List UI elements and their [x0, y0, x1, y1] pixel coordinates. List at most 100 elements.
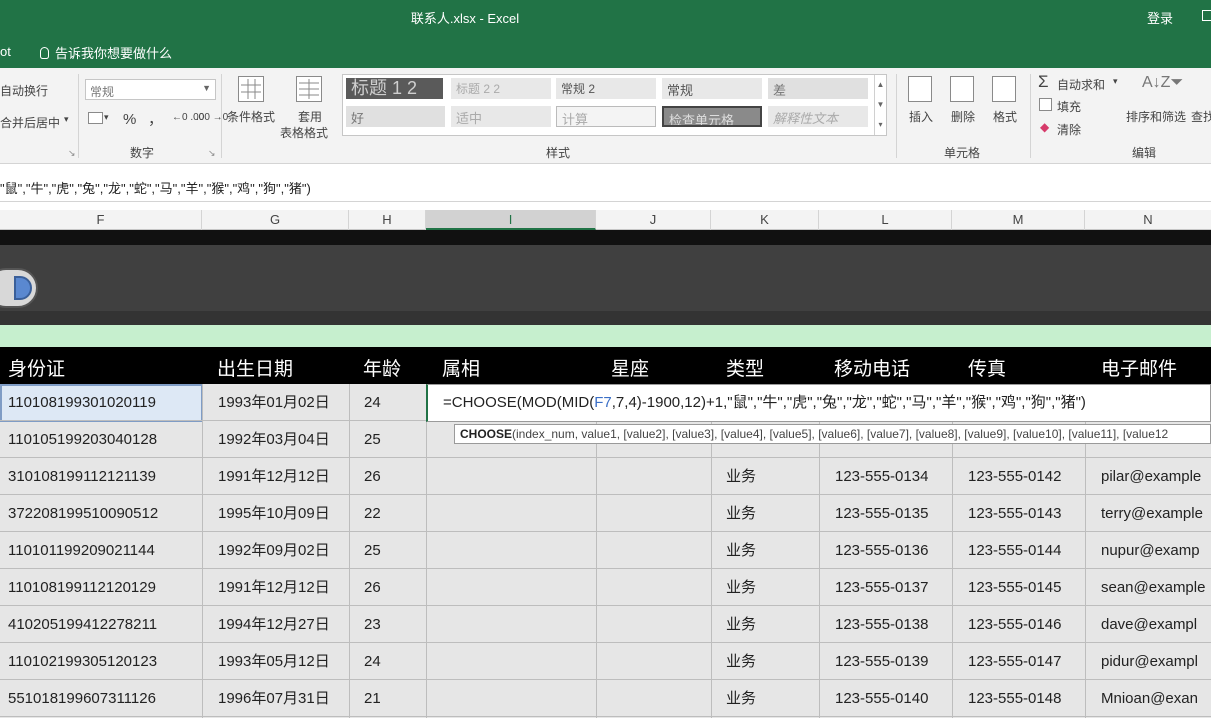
table-cell[interactable]: 110108199112120129 [8, 569, 156, 606]
conditional-format-button[interactable]: 条件格式 [227, 108, 275, 125]
tooltip-function-name[interactable]: CHOOSE [460, 427, 512, 441]
table-cell[interactable]: 业务 [726, 458, 756, 495]
table-cell[interactable]: 业务 [726, 532, 756, 569]
autosum-dropdown-icon[interactable]: ▾ [1113, 76, 1118, 87]
table-cell[interactable]: 123-555-0148 [968, 680, 1061, 717]
style-heading2[interactable]: 标题 2 2 [451, 78, 551, 99]
header-age[interactable]: 年龄 [363, 354, 401, 381]
table-cell[interactable]: pidur@exampl [1101, 643, 1198, 680]
active-edit-cell[interactable]: =CHOOSE(MOD(MID(F7,7,4)-1900,12)+1,"鼠","… [426, 384, 1211, 422]
table-cell[interactable]: 1992年03月04日 [218, 421, 330, 458]
style-bad[interactable]: 差 [768, 78, 868, 99]
table-cell[interactable]: 1992年09月02日 [218, 532, 330, 569]
table-cell[interactable]: 业务 [726, 643, 756, 680]
wrap-text-button[interactable]: 自动换行 [0, 82, 48, 99]
table-cell[interactable]: 25 [364, 532, 381, 569]
decrease-decimal-button[interactable]: .00 →0 [196, 112, 228, 123]
formula-bar[interactable]: "鼠","牛","虎","兔","龙","蛇","马","羊","猴","鸡",… [0, 164, 1211, 202]
table-cell[interactable]: 123-555-0140 [835, 680, 928, 717]
table-cell[interactable]: 551018199607311126 [8, 680, 156, 717]
comma-button[interactable]: ， [148, 108, 163, 129]
table-cell[interactable]: 1993年01月02日 [218, 384, 330, 421]
column-header-j[interactable]: J [596, 210, 711, 230]
table-cell[interactable]: 110108199301020119 [8, 384, 156, 421]
table-cell[interactable]: 110105199203040128 [8, 421, 157, 458]
percent-button[interactable]: % [123, 111, 136, 128]
table-cell[interactable]: 22 [364, 495, 381, 532]
currency-icon[interactable] [88, 112, 103, 124]
table-cell[interactable]: 110102199305120123 [8, 643, 157, 680]
alignment-launcher-icon[interactable]: ↘ [68, 148, 76, 159]
column-header-i[interactable]: I [426, 210, 596, 230]
insert-button[interactable]: 插入 [909, 108, 933, 125]
cell-styles-gallery[interactable]: 标题 1 2 标题 2 2 常规 2 常规 差 好 适中 计算 检查单元格 解释… [342, 74, 887, 136]
format-cells-icon[interactable] [992, 76, 1016, 102]
table-cell[interactable]: 123-555-0139 [835, 643, 928, 680]
merge-center-button[interactable]: 合并后居中 [0, 114, 60, 131]
sort-filter-icon[interactable]: A↓Z⏷ [1142, 74, 1183, 92]
table-cell[interactable]: 业务 [726, 680, 756, 717]
format-button[interactable]: 格式 [993, 108, 1017, 125]
restore-icon[interactable] [1202, 10, 1211, 21]
table-cell[interactable]: 26 [364, 458, 381, 495]
table-format-label-2[interactable]: 表格格式 [280, 124, 328, 141]
table-cell[interactable]: 410205199412278211 [8, 606, 157, 643]
table-cell[interactable]: 123-555-0138 [835, 606, 928, 643]
style-explanatory[interactable]: 解释性文本 [768, 106, 868, 127]
column-header-h[interactable]: H [349, 210, 426, 230]
tab-partial[interactable]: ot [0, 44, 11, 59]
table-cell[interactable]: 123-555-0146 [968, 606, 1061, 643]
table-cell[interactable]: 123-555-0135 [835, 495, 928, 532]
header-constellation[interactable]: 星座 [611, 354, 649, 381]
table-cell[interactable]: pilar@example [1101, 458, 1201, 495]
table-cell[interactable]: 123-555-0134 [835, 458, 928, 495]
login-link[interactable]: 登录 [1147, 8, 1173, 27]
number-format-select[interactable]: 常规 ▼ [85, 79, 216, 100]
style-normal2[interactable]: 常规 2 [556, 78, 656, 99]
conditional-format-icon[interactable] [238, 76, 264, 102]
table-cell[interactable]: 23 [364, 606, 381, 643]
table-cell[interactable]: 1991年12月12日 [218, 458, 330, 495]
table-cell[interactable]: 110101199209021144 [8, 532, 155, 569]
table-cell[interactable]: 业务 [726, 569, 756, 606]
find-button[interactable]: 查找 [1191, 108, 1211, 125]
table-cell[interactable]: 1994年12月27日 [218, 606, 330, 643]
table-cell[interactable]: terry@example [1101, 495, 1203, 532]
table-cell[interactable]: 1991年12月12日 [218, 569, 330, 606]
table-cell[interactable]: 25 [364, 421, 381, 458]
table-cell[interactable]: 310108199112121139 [8, 458, 156, 495]
autosum-button[interactable]: 自动求和 [1057, 76, 1105, 93]
table-cell[interactable]: 123-555-0142 [968, 458, 1061, 495]
table-cell[interactable]: sean@example [1101, 569, 1205, 606]
table-format-icon[interactable] [296, 76, 322, 102]
table-format-label-1[interactable]: 套用 [298, 108, 322, 125]
table-cell[interactable]: 123-555-0136 [835, 532, 928, 569]
table-cell[interactable]: nupur@examp [1101, 532, 1200, 569]
delete-button[interactable]: 删除 [951, 108, 975, 125]
insert-cells-icon[interactable] [908, 76, 932, 102]
style-good[interactable]: 好 [346, 106, 445, 127]
table-cell[interactable]: 业务 [726, 495, 756, 532]
table-cell[interactable]: 372208199510090512 [8, 495, 158, 532]
table-cell[interactable]: 业务 [726, 606, 756, 643]
table-cell[interactable]: 123-555-0147 [968, 643, 1061, 680]
function-tooltip[interactable]: CHOOSE(index_num, value1, [value2], [val… [454, 424, 1211, 444]
style-heading1[interactable]: 标题 1 2 [346, 78, 443, 99]
table-cell[interactable]: 1993年05月12日 [218, 643, 330, 680]
style-neutral[interactable]: 适中 [451, 106, 551, 127]
number-launcher-icon[interactable]: ↘ [208, 148, 216, 159]
merge-dropdown-icon[interactable]: ▾ [64, 114, 69, 125]
table-cell[interactable]: 26 [364, 569, 381, 606]
column-header-k[interactable]: K [711, 210, 819, 230]
table-cell[interactable]: 21 [364, 680, 381, 717]
header-email[interactable]: 电子邮件 [1101, 354, 1177, 381]
table-cell[interactable]: 24 [364, 643, 381, 680]
column-header-l[interactable]: L [819, 210, 952, 230]
table-cell[interactable]: 123-555-0143 [968, 495, 1061, 532]
table-cell[interactable]: 123-555-0137 [835, 569, 928, 606]
currency-dropdown-icon[interactable]: ▾ [104, 112, 109, 123]
sort-filter-button[interactable]: 排序和筛选 [1126, 108, 1186, 125]
style-normal[interactable]: 常规 [662, 78, 762, 99]
clear-button[interactable]: 清除 [1057, 121, 1081, 138]
column-header-f[interactable]: F [0, 210, 202, 230]
